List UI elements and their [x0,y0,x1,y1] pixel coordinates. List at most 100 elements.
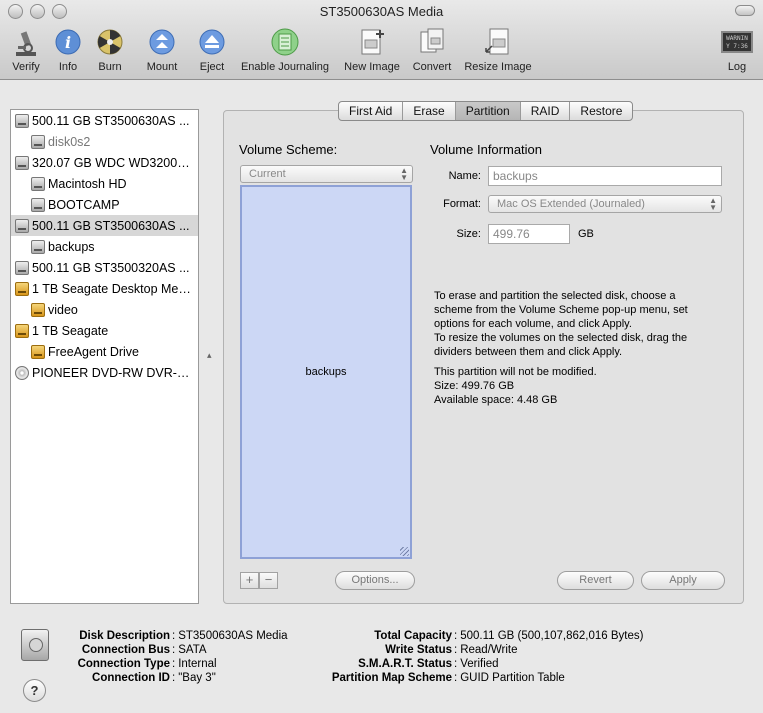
burn-icon [94,26,126,58]
select-arrows-icon: ▲ ▼ [709,196,717,212]
detail-key: Connection Bus [81,644,170,656]
external-drive-icon [31,302,45,317]
verify-button[interactable]: Verify [6,26,46,76]
enable-journaling-button[interactable]: Enable Journaling [238,26,332,76]
mount-icon [146,26,178,58]
disk-utility-window: ST3500630AS Media Verify i Info Burn Mou… [0,0,763,713]
tab-raid[interactable]: RAID [521,102,571,120]
detail-connection-type: Connection Type: Internal [20,658,217,670]
microscope-icon [10,26,42,58]
disk-list-item[interactable]: PIONEER DVD-RW DVR-112D [11,362,198,383]
options-button[interactable]: Options... [335,571,415,590]
partition-help-text: To erase and partition the selected disk… [434,289,734,359]
format-select[interactable]: Mac OS Extended (Journaled) ▲ ▼ [488,195,722,213]
burn-button[interactable]: Burn [94,26,126,76]
size-unit: GB [578,228,594,240]
convert-icon [416,26,448,58]
detail-total-capacity: Total Capacity:500.11 GB (500,107,862,01… [300,630,643,642]
toolbar-label: Mount [146,61,178,73]
volume-information-heading: Volume Information [430,142,543,157]
tab-partition[interactable]: Partition [455,102,521,120]
eject-button[interactable]: Eject [196,26,228,76]
help-line: To erase and partition the selected disk… [434,290,676,302]
detail-disk-description: Disk Description: ST3500630AS Media [20,630,287,642]
disk-list-item[interactable]: Macintosh HD [11,173,198,194]
disk-list-item[interactable]: 1 TB Seagate [11,320,198,341]
external-drive-icon [15,323,29,338]
volume-scheme-partition[interactable]: backups [240,185,412,559]
tab-erase[interactable]: Erase [403,102,456,120]
resize-image-button[interactable]: Resize Image [462,26,534,76]
help-line: To resize the volumes on the selected di… [434,332,688,344]
disk-list-item[interactable]: FreeAgent Drive [11,341,198,362]
detail-key: S.M.A.R.T. Status [358,658,452,670]
disk-list-item[interactable]: 500.11 GB ST3500630AS ... [11,110,198,131]
tab-restore[interactable]: Restore [570,102,632,120]
apply-button[interactable]: Apply [641,571,725,590]
disk-list-item-label: 1 TB Seagate [32,323,109,338]
resize-grip-icon[interactable] [400,547,409,556]
detail-connection-bus: Connection Bus: SATA [20,644,207,656]
hard-drive-icon [15,113,29,128]
detail-value: "Bay 3" [178,672,216,684]
volume-scheme-heading: Volume Scheme: [239,142,338,157]
splitter-handle[interactable]: ▴ [207,350,212,361]
toolbar: ST3500630AS Media Verify i Info Burn Mou… [0,0,763,80]
hard-drive-icon [31,239,45,254]
detail-value: Verified [460,658,499,670]
status-line: This partition will not be modified. [434,366,597,378]
revert-button[interactable]: Revert [557,571,634,590]
disk-list-item[interactable]: BOOTCAMP [11,194,198,215]
detail-value: SATA [178,644,207,656]
disk-list-item-label: 320.07 GB WDC WD3200A... [32,155,194,170]
add-partition-button[interactable]: + [240,572,259,589]
log-icon-text-2: Y 7:36 [726,43,748,50]
detail-value: Read/Write [460,644,518,656]
external-drive-icon [31,344,45,359]
partition-label: backups [305,366,347,378]
disk-list-item[interactable]: video [11,299,198,320]
toolbar-label: Eject [199,61,225,73]
resize-image-icon [482,26,514,58]
size-field[interactable]: 499.76 [488,224,570,244]
hard-drive-icon [15,260,29,275]
select-arrows-icon: ▲ ▼ [400,166,408,182]
remove-partition-button[interactable]: − [259,572,278,589]
journaling-icon [269,26,301,58]
detail-key: Partition Map Scheme [331,672,452,684]
hard-drive-icon [15,218,29,233]
format-label: Format: [443,198,481,210]
toolbar-label: New Image [344,61,400,73]
toolbar-label: Convert [412,61,452,73]
convert-button[interactable]: Convert [409,26,455,76]
disk-list-item[interactable]: disk0s2 [11,131,198,152]
disk-list-item[interactable]: backups [11,236,198,257]
volume-scheme-select[interactable]: Current ▲ ▼ [240,165,413,183]
detail-key: Connection Type [77,658,170,670]
new-image-icon [356,26,388,58]
disk-list[interactable]: 500.11 GB ST3500630AS ... disk0s2 320.07 G… [10,109,199,604]
info-button[interactable]: i Info [52,26,84,76]
hard-drive-icon [31,176,45,191]
disk-list-item[interactable]: 320.07 GB WDC WD3200A... [11,152,198,173]
disk-list-item-label: PIONEER DVD-RW DVR-112D [32,365,194,380]
hard-drive-icon [15,155,29,170]
disk-list-item[interactable]: 500.11 GB ST3500320AS ... [11,257,198,278]
name-field[interactable]: backups [488,166,722,186]
disk-list-item[interactable]: 500.11 GB ST3500630AS ... [11,215,198,236]
partition-status-text: This partition will not be modified. Siz… [434,365,734,407]
disk-list-item[interactable]: 1 TB Seagate Desktop Media [11,278,198,299]
new-image-button[interactable]: New Image [341,26,403,76]
info-icon: i [52,26,84,58]
name-label: Name: [448,170,481,182]
detail-key: Total Capacity [374,630,452,642]
tab-first-aid[interactable]: First Aid [339,102,404,120]
format-value: Mac OS Extended (Journaled) [497,198,645,210]
toolbar-label: Burn [98,61,122,73]
toolbar-label: Info [58,61,78,73]
status-line: Size: 499.76 GB [434,380,515,392]
log-button[interactable]: WARNIN Y 7:36 Log [720,26,754,76]
eject-icon [196,26,228,58]
mount-button[interactable]: Mount [142,26,182,76]
window-title: ST3500630AS Media [319,4,444,19]
